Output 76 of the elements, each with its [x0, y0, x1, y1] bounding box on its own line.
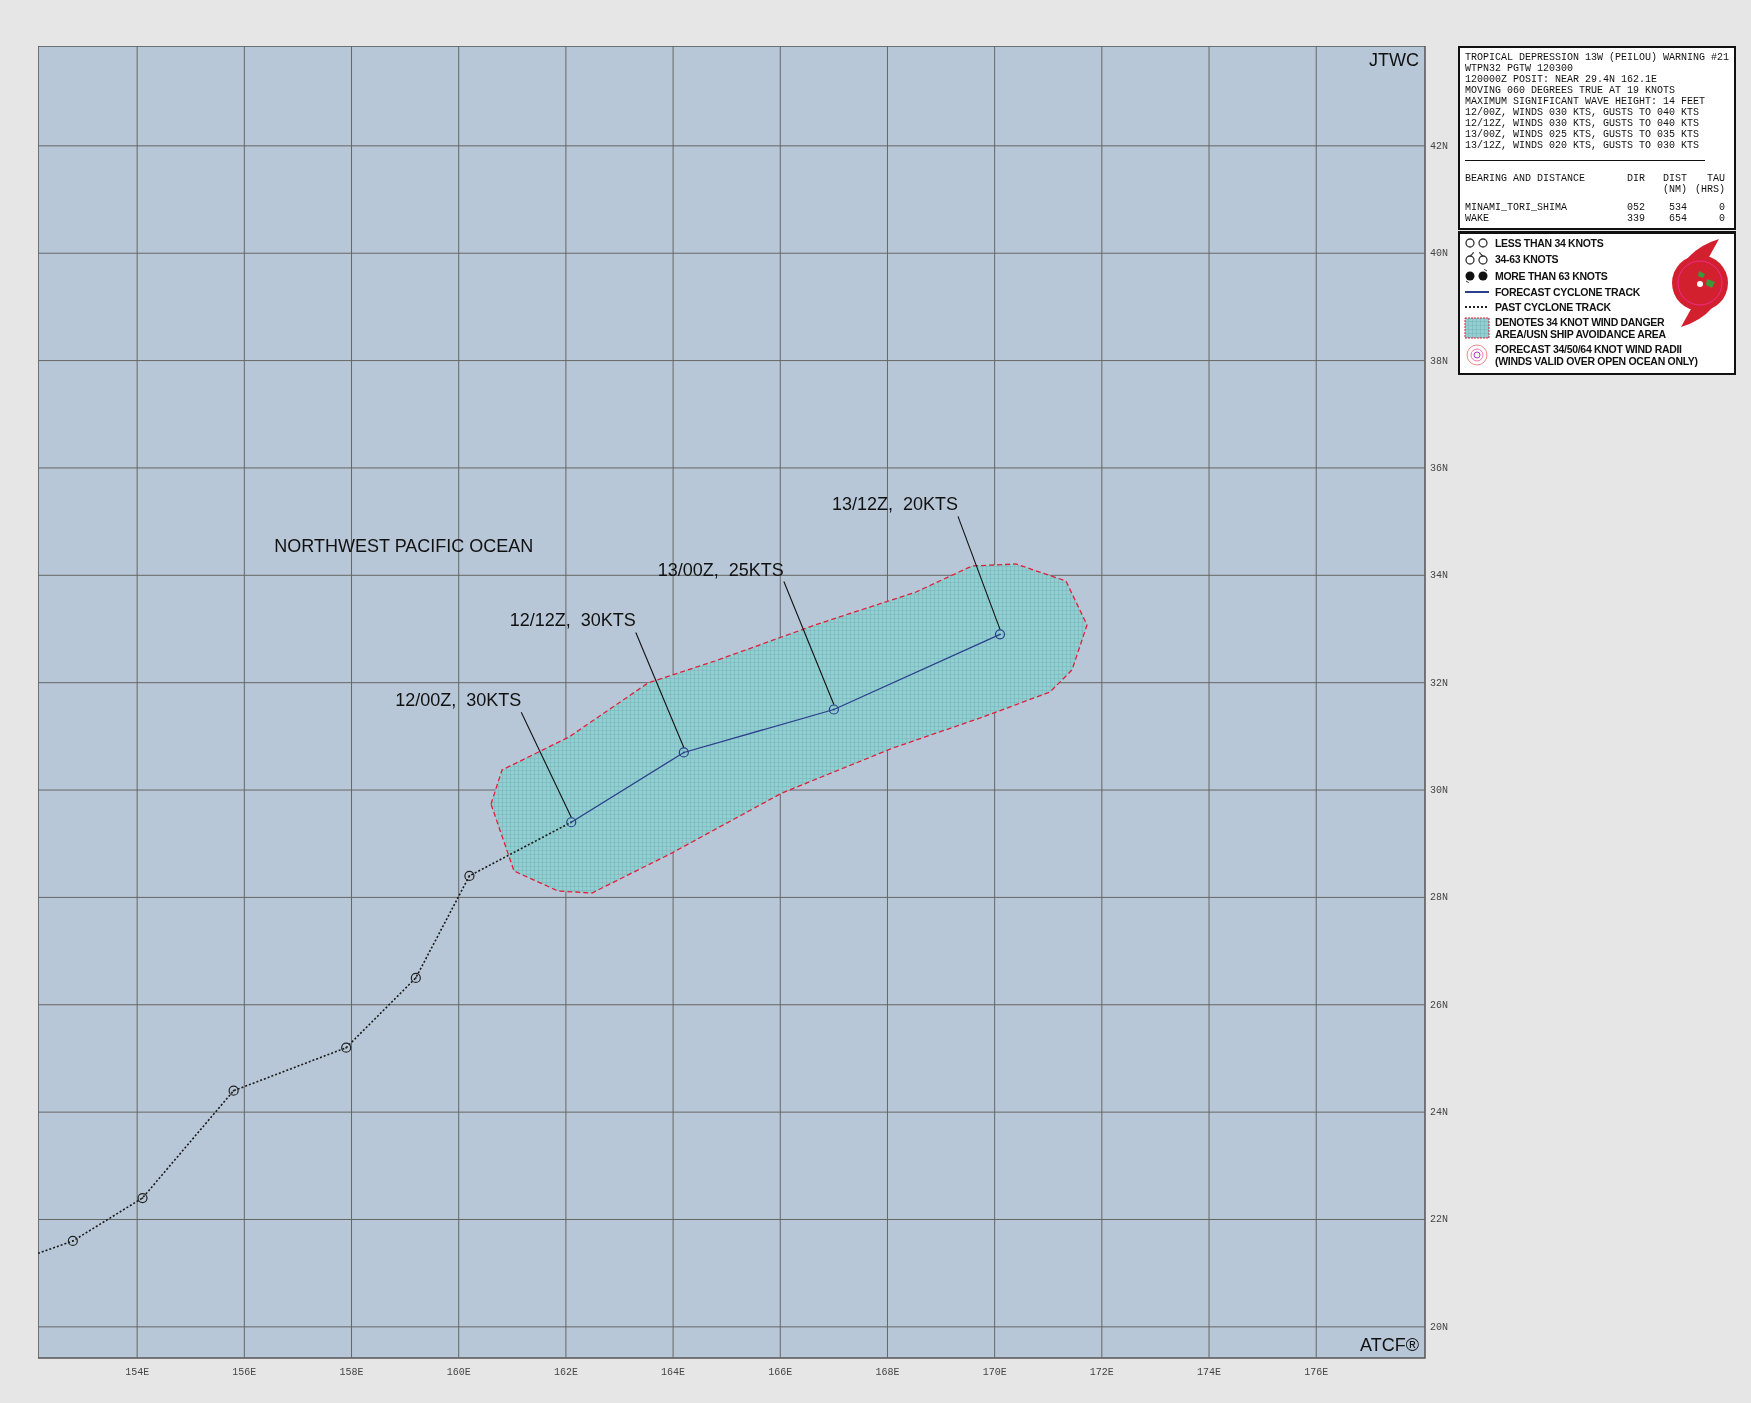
column-header: BEARING AND DISTANCE: [1465, 173, 1587, 186]
dotted-line-icon: [1464, 305, 1490, 309]
table-cell-text: MINAMI_TORI_SHIMA: [1465, 202, 1569, 213]
forecast-label: 12/12Z, 30KTS: [509, 610, 636, 631]
track-point-marker: [994, 629, 1006, 640]
y-tick-label: 34N: [1430, 570, 1448, 582]
table-cell-text: WAKE: [1465, 213, 1490, 224]
warning-text: MAXIMUM SIGNIFICANT WAVE HEIGHT: 14 FEET: [1465, 96, 1707, 107]
y-tick-label: 28N: [1430, 892, 1448, 904]
legend-label: DENOTES 34 KNOT WIND DANGER AREA/USN SHIP AVOIDANCE AREA: [1495, 316, 1666, 340]
legend-label: MORE THAN 63 KNOTS: [1495, 270, 1608, 282]
table-cell-text: 052: [1626, 202, 1645, 213]
x-tick-label: 174E: [1197, 1367, 1222, 1378]
legend-label: FORECAST CYCLONE TRACK: [1495, 286, 1641, 298]
y-tick-label: 24N: [1430, 1107, 1448, 1119]
x-tick-label: 172E: [1089, 1367, 1114, 1378]
x-tick-label: 168E: [875, 1367, 900, 1378]
column-header: DIST (NM): [1662, 173, 1687, 195]
track-point-marker: [341, 1042, 352, 1053]
legend-label: FORECAST 34/50/64 KNOT WIND RADII (WINDS VALID OVER OPEN OCEAN ONLY): [1495, 343, 1698, 367]
warning-text: 13/12Z, WINDS 020 KTS, GUSTS TO 030 KTS: [1465, 140, 1701, 151]
warning-text: 120000Z POSIT: NEAR 29.4N 162.1E: [1465, 74, 1659, 85]
forecast-label: 13/00Z, 25KTS: [657, 559, 784, 580]
track-point-marker: [410, 972, 421, 984]
x-tick-label: 154E: [125, 1367, 150, 1378]
y-tick-label: 22N: [1430, 1214, 1448, 1226]
table-cell-text: 654: [1668, 213, 1687, 224]
warning-text: 12/00Z, WINDS 030 KTS, GUSTS TO 040 KTS: [1465, 107, 1701, 118]
y-tick-label: 30N: [1430, 785, 1448, 797]
x-tick-label: 166E: [768, 1367, 793, 1378]
track-point-marker: [137, 1192, 148, 1204]
wind-radii-icon: [1464, 343, 1490, 367]
x-tick-label: 170E: [982, 1367, 1007, 1378]
table-cell-text: 339: [1626, 213, 1645, 224]
storm-symbol-icon: [1464, 252, 1490, 266]
x-tick-label: 158E: [339, 1367, 364, 1378]
column-header: TAU (HRS): [1694, 173, 1725, 195]
legend-label: 34-63 KNOTS: [1495, 253, 1559, 265]
storm-symbol-icon: [1464, 237, 1490, 249]
agency-label: JTWC: [1369, 50, 1419, 70]
y-tick-label: 20N: [1430, 1321, 1448, 1333]
forecast-label: 13/12Z, 20KTS: [831, 494, 958, 515]
warning-text: TROPICAL DEPRESSION 13W (PEILOU) WARNING #21: [1465, 52, 1729, 63]
track-point-marker: [566, 817, 577, 828]
track-point-marker: [678, 747, 689, 758]
track-point-marker: [464, 870, 475, 882]
line-sample-icon: [1464, 290, 1490, 294]
y-tick-label: 32N: [1430, 677, 1448, 689]
warning-text: 12/12Z, WINDS 030 KTS, GUSTS TO 040 KTS: [1465, 118, 1701, 129]
agency-label: ATCF®: [1360, 1335, 1419, 1355]
logo-icon: [1669, 237, 1731, 329]
track-point-marker: [228, 1085, 239, 1096]
y-tick-label: 42N: [1430, 140, 1448, 152]
y-tick-label: 40N: [1430, 248, 1448, 260]
forecast-label: 12/00Z, 30KTS: [395, 690, 522, 711]
table-cell-text: 0: [1718, 202, 1725, 213]
warning-text: 13/00Z, WINDS 025 KTS, GUSTS TO 035 KTS: [1465, 129, 1701, 140]
legend-label: PAST CYCLONE TRACK: [1495, 301, 1611, 313]
x-tick-label: 164E: [661, 1367, 686, 1378]
legend-label: LESS THAN 34 KNOTS: [1495, 237, 1604, 249]
column-header: DIR: [1626, 173, 1645, 186]
storm-symbol-icon: [1464, 269, 1490, 283]
hatched-area-icon: [1464, 317, 1490, 339]
track-point-marker: [67, 1235, 78, 1247]
table-cell-text: 534: [1668, 202, 1687, 213]
x-tick-label: 156E: [232, 1367, 257, 1378]
warning-text: WTPN32 PGTW 120300: [1465, 63, 1575, 74]
y-tick-label: 26N: [1430, 999, 1448, 1011]
x-tick-label: 176E: [1304, 1367, 1329, 1378]
y-tick-label: 38N: [1430, 355, 1448, 367]
track-point-marker: [828, 704, 839, 715]
table-cell-text: 0: [1718, 213, 1725, 224]
x-tick-label: 160E: [446, 1367, 471, 1378]
x-tick-label: 162E: [553, 1367, 578, 1378]
warning-text: MOVING 060 DEGREES TRUE AT 19 KNOTS: [1465, 85, 1677, 96]
y-tick-label: 36N: [1430, 462, 1448, 474]
